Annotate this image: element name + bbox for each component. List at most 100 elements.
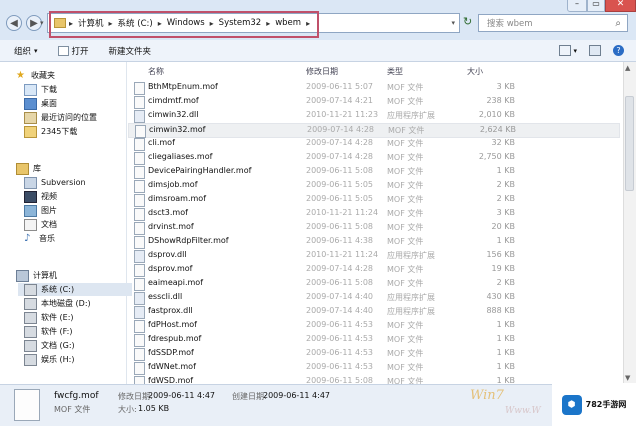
mof-file-icon	[134, 264, 145, 277]
table-row[interactable]: cimdmtf.mof 2009-07-14 4:21 MOF 文件 238 KB	[128, 95, 618, 109]
file-size: 2 KB	[496, 194, 515, 203]
organize-menu[interactable]: 组织 ▾	[8, 45, 44, 57]
file-size: 2 KB	[496, 180, 515, 189]
table-row[interactable]: drvinst.mof 2009-06-11 5:08 MOF 文件 20 KB	[128, 221, 618, 235]
file-type: MOF 文件	[387, 97, 424, 106]
file-type: MOF 文件	[387, 153, 424, 162]
column-header-date[interactable]: 修改日期	[306, 66, 338, 77]
chevron-down-icon: ▾	[34, 46, 38, 55]
back-button[interactable]: ◀	[6, 15, 22, 31]
documents-icon	[24, 218, 37, 231]
nav-item-downloads[interactable]: 下载	[24, 83, 57, 96]
scroll-up-icon[interactable]: ▲	[625, 64, 630, 72]
nav-item-label: 本地磁盘 (D:)	[41, 299, 91, 308]
file-name: BthMtpEnum.mof	[148, 82, 218, 91]
table-row[interactable]: fastprox.dll 2009-07-14 4:40 应用程序扩展 888 KB	[128, 305, 618, 319]
nav-item-desktop[interactable]: 桌面	[24, 97, 57, 110]
open-button[interactable]: 打开	[52, 45, 95, 57]
column-header-type[interactable]: 类型	[387, 66, 403, 77]
address-highlight-box	[49, 11, 319, 38]
downloads-folder-icon	[24, 83, 37, 96]
search-box[interactable]: 搜索 wbem ⌕	[478, 14, 628, 32]
nav-item-label: 2345下载	[41, 127, 78, 136]
maximize-button[interactable]: ▭	[587, 0, 605, 12]
drive-icon	[24, 283, 37, 296]
refresh-button[interactable]: ↻	[463, 15, 472, 28]
nav-item-drive-g[interactable]: 文档 (G:)	[24, 339, 75, 352]
table-row[interactable]: dimsroam.mof 2009-06-11 5:05 MOF 文件 2 KB	[128, 193, 618, 207]
table-row[interactable]: fdPHost.mof 2009-06-11 4:53 MOF 文件 1 KB	[128, 319, 618, 333]
open-icon	[57, 45, 69, 56]
table-row[interactable]: DevicePairingHandler.mof 2009-06-11 5:08 M…	[128, 165, 618, 179]
mof-file-icon	[134, 334, 145, 347]
table-row[interactable]: fdWNet.mof 2009-06-11 4:53 MOF 文件 1 KB	[128, 361, 618, 375]
scroll-down-icon[interactable]: ▼	[625, 374, 630, 382]
view-options-button[interactable]: ▾	[553, 45, 583, 56]
music-icon: ♪	[24, 232, 31, 244]
nav-item-music[interactable]: ♪ 音乐	[24, 232, 55, 245]
nav-item-videos[interactable]: 视频	[24, 190, 57, 203]
view-icon	[559, 45, 572, 56]
nav-item-2345-downloads[interactable]: 2345下载	[24, 125, 77, 138]
file-name: esscli.dll	[148, 292, 183, 301]
recent-places-icon	[24, 111, 37, 124]
recent-pages-dropdown-icon[interactable]: ▾	[40, 19, 44, 27]
help-button[interactable]: ?	[607, 45, 630, 56]
file-type: MOF 文件	[387, 279, 424, 288]
table-row[interactable]: fdWSD.mof 2009-06-11 5:08 MOF 文件 1 KB	[128, 375, 618, 384]
nav-item-subversion[interactable]: Subversion	[24, 176, 86, 189]
library-icon	[16, 162, 29, 175]
column-header-name[interactable]: 名称	[148, 66, 164, 77]
file-type: MOF 文件	[387, 335, 424, 344]
search-input[interactable]: 搜索 wbem	[487, 17, 533, 29]
column-header-size[interactable]: 大小	[467, 66, 483, 77]
nav-item-recent[interactable]: 最近访问的位置	[24, 111, 97, 124]
file-name: eaimeapi.mof	[148, 278, 204, 287]
close-button[interactable]: ✕	[605, 0, 636, 12]
table-row[interactable]: fdrespub.mof 2009-06-11 4:53 MOF 文件 1 KB	[128, 333, 618, 347]
nav-item-pictures[interactable]: 图片	[24, 204, 57, 217]
site-logo: ⬢ 782手游网	[552, 383, 636, 426]
table-row[interactable]: dsprov.mof 2009-07-14 4:28 MOF 文件 19 KB	[128, 263, 618, 277]
table-row[interactable]: BthMtpEnum.mof 2009-06-11 5:07 MOF 文件 3 KB	[128, 81, 618, 95]
organize-label: 组织	[14, 46, 32, 57]
nav-item-drive-e[interactable]: 软件 (E:)	[24, 311, 74, 324]
table-row[interactable]: dsprov.dll 2010-11-21 11:24 应用程序扩展 156 KB	[128, 249, 618, 263]
address-history-dropdown-icon[interactable]: ▾	[451, 19, 455, 27]
table-row[interactable]: cimwin32.dll 2010-11-21 11:23 应用程序扩展 2,010 …	[128, 109, 618, 123]
nav-library-label: 库	[33, 164, 41, 173]
file-date: 2009-06-11 4:53	[306, 348, 373, 357]
drive-icon	[24, 353, 37, 366]
file-type: 应用程序扩展	[387, 111, 435, 120]
nav-item-documents[interactable]: 文档	[24, 218, 57, 231]
nav-computer[interactable]: 计算机	[16, 269, 57, 282]
nav-item-drive-f[interactable]: 软件 (F:)	[24, 325, 72, 338]
table-row[interactable]: dsct3.mof 2010-11-21 11:24 MOF 文件 3 KB	[128, 207, 618, 221]
nav-item-drive-h[interactable]: 娱乐 (H:)	[24, 353, 75, 366]
table-row[interactable]: dimsjob.mof 2009-06-11 5:05 MOF 文件 2 KB	[128, 179, 618, 193]
table-row[interactable]: cliegaliases.mof 2009-07-14 4:28 MOF 文件 2,7…	[128, 151, 618, 165]
minimize-button[interactable]: –	[567, 0, 587, 12]
file-name: fdWNet.mof	[148, 362, 196, 371]
nav-item-label: 文档 (G:)	[41, 341, 75, 350]
file-name: fdPHost.mof	[148, 320, 197, 329]
file-size: 238 KB	[486, 96, 515, 105]
nav-item-drive-c[interactable]: 系统 (C:)	[18, 283, 132, 296]
table-row[interactable]: eaimeapi.mof 2009-06-11 5:08 MOF 文件 2 KB	[128, 277, 618, 291]
file-size: 1 KB	[496, 320, 515, 329]
file-name: cimdmtf.mof	[148, 96, 199, 105]
nav-item-drive-d[interactable]: 本地磁盘 (D:)	[24, 297, 91, 310]
table-row[interactable]: esscli.dll 2009-07-14 4:40 应用程序扩展 430 KB	[128, 291, 618, 305]
table-row[interactable]: cimwin32.mof 2009-07-14 4:28 MOF 文件 2,624 K…	[128, 123, 620, 138]
table-row[interactable]: fdSSDP.mof 2009-06-11 4:53 MOF 文件 1 KB	[128, 347, 618, 361]
nav-favorites[interactable]: ★ 收藏夹	[16, 69, 55, 82]
nav-library[interactable]: 库	[16, 162, 41, 175]
preview-pane-button[interactable]	[583, 45, 607, 56]
file-size: 2,010 KB	[478, 110, 515, 119]
scrollbar-thumb[interactable]	[625, 96, 634, 191]
table-row[interactable]: DShowRdpFilter.mof 2009-06-11 4:38 MOF 文件 1…	[128, 235, 618, 249]
file-size: 430 KB	[486, 292, 515, 301]
new-folder-button[interactable]: 新建文件夹	[103, 45, 158, 57]
file-date: 2009-06-11 5:08	[306, 222, 373, 231]
table-row[interactable]: cli.mof 2009-07-14 4:28 MOF 文件 32 KB	[128, 137, 618, 151]
